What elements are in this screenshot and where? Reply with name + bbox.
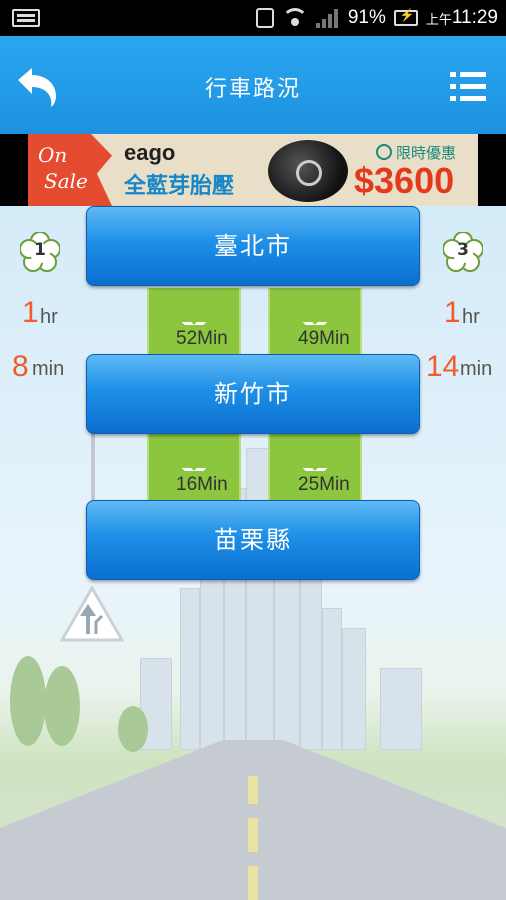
battery-percent: 91% [347,7,386,28]
chevron-down-icon [171,302,217,322]
status-icons: 91% 上午 11:29 [255,6,498,30]
page-title: 行車路況 [204,77,301,102]
right-total-hours-unit: hr [462,306,480,328]
chevron-down-icon [171,448,217,468]
left-total-hours: 1 [22,296,39,329]
signal-icon [315,8,340,28]
ad-price: $3600 [354,160,455,201]
app-bar: 行車路況 [0,36,506,134]
ad-border-right [478,134,506,206]
leg-time-left-2: 16Min [176,474,228,495]
ad-product: 全藍芽胎壓 [124,174,235,199]
city-button-hsinchu[interactable]: 新竹市 [86,354,420,434]
clock-icon [376,144,392,160]
right-total-hours: 1 [444,296,461,329]
clock-ampm: 上午 [425,11,452,27]
road-sign-icon [60,586,124,642]
leg-time-right-1: 49Min [298,328,350,349]
city-button-miaoli[interactable]: 苗栗縣 [86,500,420,580]
leg-time-left-1: 52Min [176,328,228,349]
chevron-down-icon [292,448,338,468]
right-total-minutes-unit: min [460,358,493,380]
list-menu-icon[interactable] [450,72,486,102]
right-total-minutes: 14 [426,350,460,383]
tree [10,656,46,746]
vibrate-icon [255,8,274,28]
on-sale-tag: On Sale [28,134,112,206]
tree [118,706,148,752]
ad-border-left [0,134,28,206]
left-total-minutes-unit: min [32,358,65,380]
tree [44,666,80,746]
leg-time-right-2: 25Min [298,474,350,495]
left-total-minutes: 8 [12,350,29,383]
ad-brand: eago [124,140,176,165]
chevron-down-icon [292,302,338,322]
left-total-hours-unit: hr [40,306,58,328]
route-badge-left-number: 1 [34,240,46,260]
tire-sensor-image [268,140,348,202]
route-badge-right-number: 3 [457,240,469,260]
wifi-icon [281,8,308,28]
battery-icon [393,8,418,26]
clock-time: 11:29 [451,7,498,28]
status-bar: 91% 上午 11:29 [0,0,506,36]
notification-icon [12,9,40,27]
ad-banner[interactable]: On Sale eago 全藍芽胎壓 限時優惠 $3600 [28,134,478,206]
city-button-taipei[interactable]: 臺北市 [86,206,420,286]
